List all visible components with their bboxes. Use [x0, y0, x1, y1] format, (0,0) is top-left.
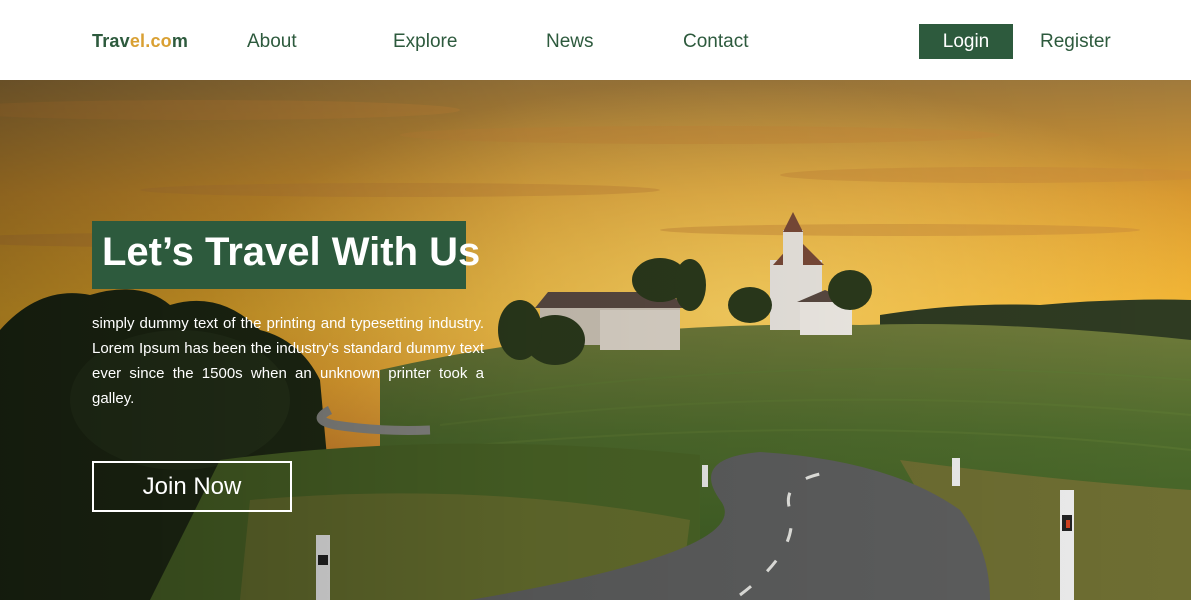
- join-now-button[interactable]: Join Now: [92, 461, 292, 512]
- hero-description: simply dummy text of the printing and ty…: [92, 315, 484, 407]
- site-logo[interactable]: Travel.com: [92, 31, 188, 52]
- logo-text-end: m: [171, 31, 189, 51]
- landing-page: Travel.com About Explore News Contact Lo…: [0, 0, 1191, 600]
- logo-text-accent: el.co: [129, 31, 172, 51]
- top-navigation: Travel.com About Explore News Contact Lo…: [0, 0, 1191, 80]
- nav-link-news[interactable]: News: [546, 31, 594, 53]
- login-button[interactable]: Login: [919, 24, 1013, 59]
- nav-link-contact[interactable]: Contact: [683, 31, 748, 53]
- logo-text-start: Trav: [92, 31, 130, 51]
- nav-link-about[interactable]: About: [247, 31, 297, 53]
- hero-headline: Let’s Travel With Us: [102, 230, 481, 274]
- register-link[interactable]: Register: [1040, 31, 1111, 53]
- nav-link-explore[interactable]: Explore: [393, 31, 457, 53]
